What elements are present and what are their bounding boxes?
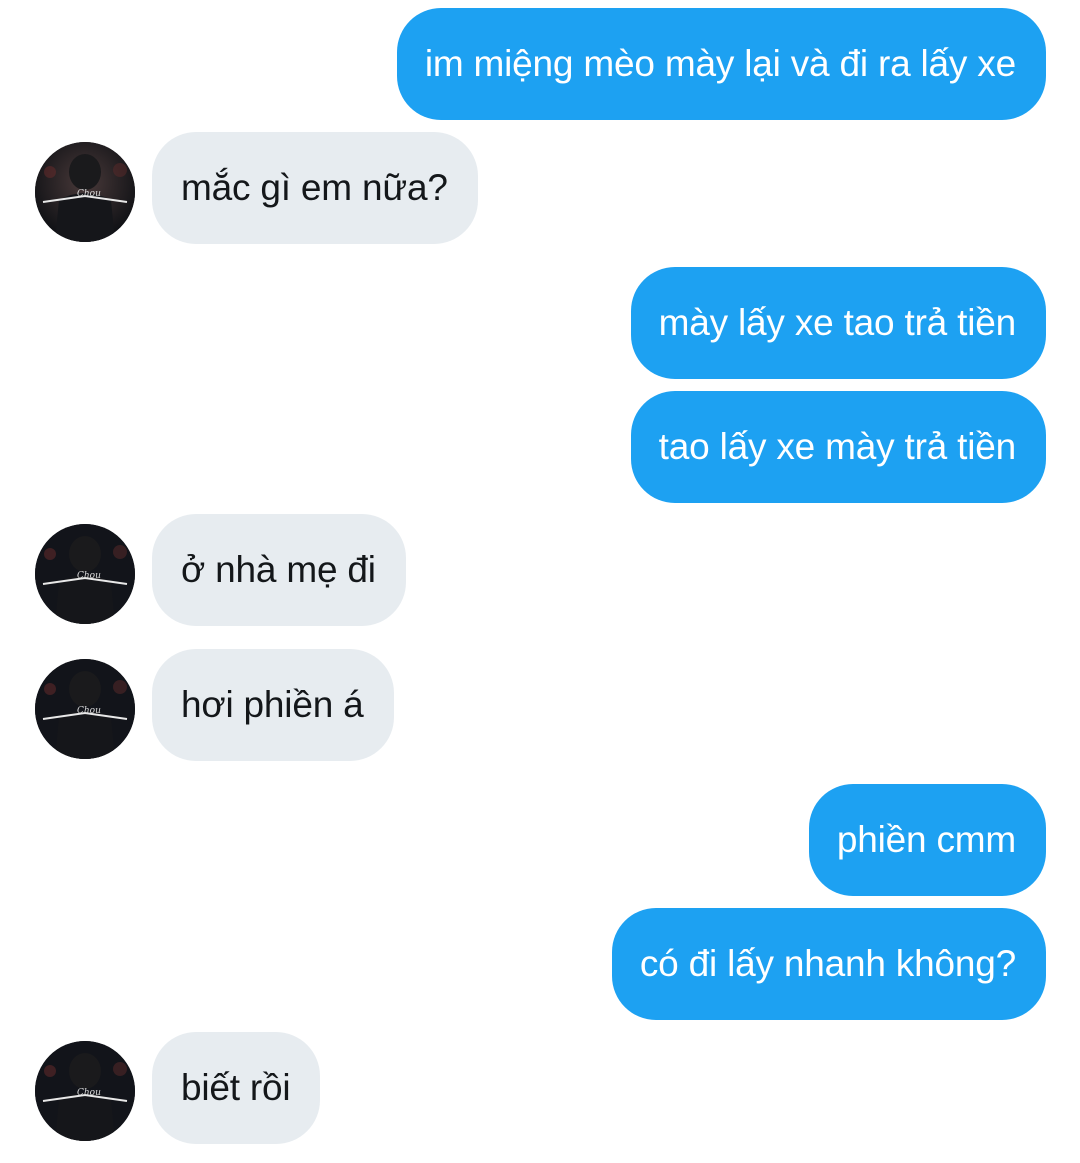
avatar-shirt-text: Chou bbox=[77, 706, 101, 716]
incoming-message-bubble[interactable]: biết rồi bbox=[152, 1032, 321, 1144]
outgoing-message-bubble[interactable]: im miệng mèo mày lại và đi ra lấy xe bbox=[396, 8, 1046, 120]
avatar[interactable]: Chou bbox=[35, 659, 135, 759]
avatar-shirt-text: Chou bbox=[77, 571, 101, 581]
outgoing-message-bubble[interactable]: mày lấy xe tao trả tiền bbox=[630, 267, 1046, 379]
avatar[interactable]: Chou bbox=[35, 524, 135, 624]
message-text: hơi phiền á bbox=[181, 684, 364, 725]
user-avatar-icon: Chou bbox=[35, 1041, 135, 1141]
outgoing-message-bubble[interactable]: tao lấy xe mày trả tiền bbox=[630, 391, 1046, 503]
incoming-message-bubble[interactable]: hơi phiền á bbox=[152, 649, 394, 761]
outgoing-message-bubble[interactable]: phiền cmm bbox=[808, 784, 1046, 896]
message-text: mày lấy xe tao trả tiền bbox=[658, 302, 1017, 343]
message-text: ở nhà mẹ đi bbox=[181, 549, 376, 590]
user-avatar-icon: Chou bbox=[35, 524, 135, 624]
message-text: có đi lấy nhanh không? bbox=[639, 943, 1016, 984]
message-text: biết rồi bbox=[181, 1067, 291, 1108]
outgoing-message-bubble[interactable]: có đi lấy nhanh không? bbox=[611, 908, 1046, 1020]
incoming-message-bubble[interactable]: mắc gì em nữa? bbox=[152, 132, 478, 244]
user-avatar-icon: Chou bbox=[35, 142, 135, 242]
message-text: mắc gì em nữa? bbox=[181, 167, 448, 208]
incoming-message-bubble[interactable]: ở nhà mẹ đi bbox=[152, 514, 406, 626]
avatar[interactable]: Chou bbox=[35, 142, 135, 242]
message-thread: im miệng mèo mày lại và đi ra lấy xe Cho… bbox=[0, 0, 1080, 1163]
avatar-shirt-text: Chou bbox=[77, 1088, 101, 1098]
message-text: tao lấy xe mày trả tiền bbox=[658, 426, 1017, 467]
message-text: phiền cmm bbox=[836, 819, 1016, 860]
user-avatar-icon: Chou bbox=[35, 659, 135, 759]
message-text: im miệng mèo mày lại và đi ra lấy xe bbox=[424, 43, 1016, 84]
avatar[interactable]: Chou bbox=[35, 1041, 135, 1141]
avatar-shirt-text: Chou bbox=[77, 189, 101, 199]
